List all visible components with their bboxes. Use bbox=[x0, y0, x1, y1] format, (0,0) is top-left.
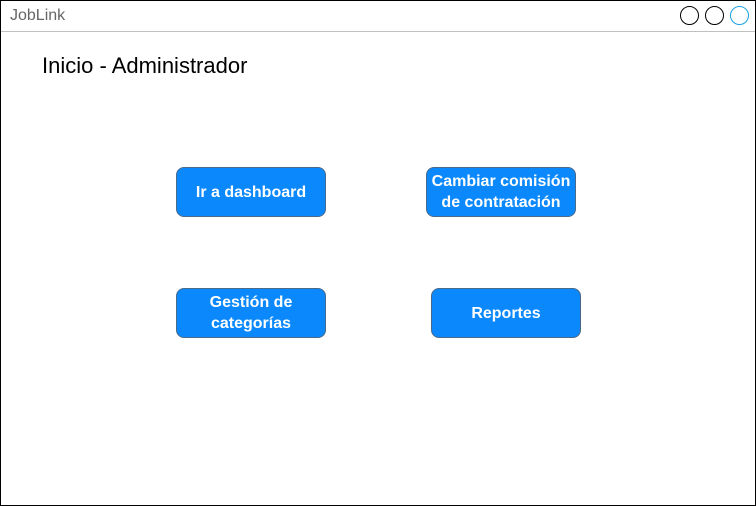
window-control-circle-2-icon[interactable] bbox=[705, 6, 724, 25]
app-window: JobLink Inicio - Administrador Ir a dash… bbox=[0, 0, 756, 506]
reports-button[interactable]: Reportes bbox=[431, 288, 581, 338]
change-commission-button[interactable]: Cambiar comisión de contratación bbox=[426, 167, 576, 217]
manage-categories-button[interactable]: Gestión de categorías bbox=[176, 288, 326, 338]
window-control-circle-3-icon[interactable] bbox=[730, 6, 749, 25]
title-bar: JobLink bbox=[1, 1, 755, 32]
window-control-circle-1-icon[interactable] bbox=[680, 6, 699, 25]
go-to-dashboard-button[interactable]: Ir a dashboard bbox=[176, 167, 326, 217]
page-title: Inicio - Administrador bbox=[42, 53, 248, 78]
app-title: JobLink bbox=[10, 7, 66, 24]
